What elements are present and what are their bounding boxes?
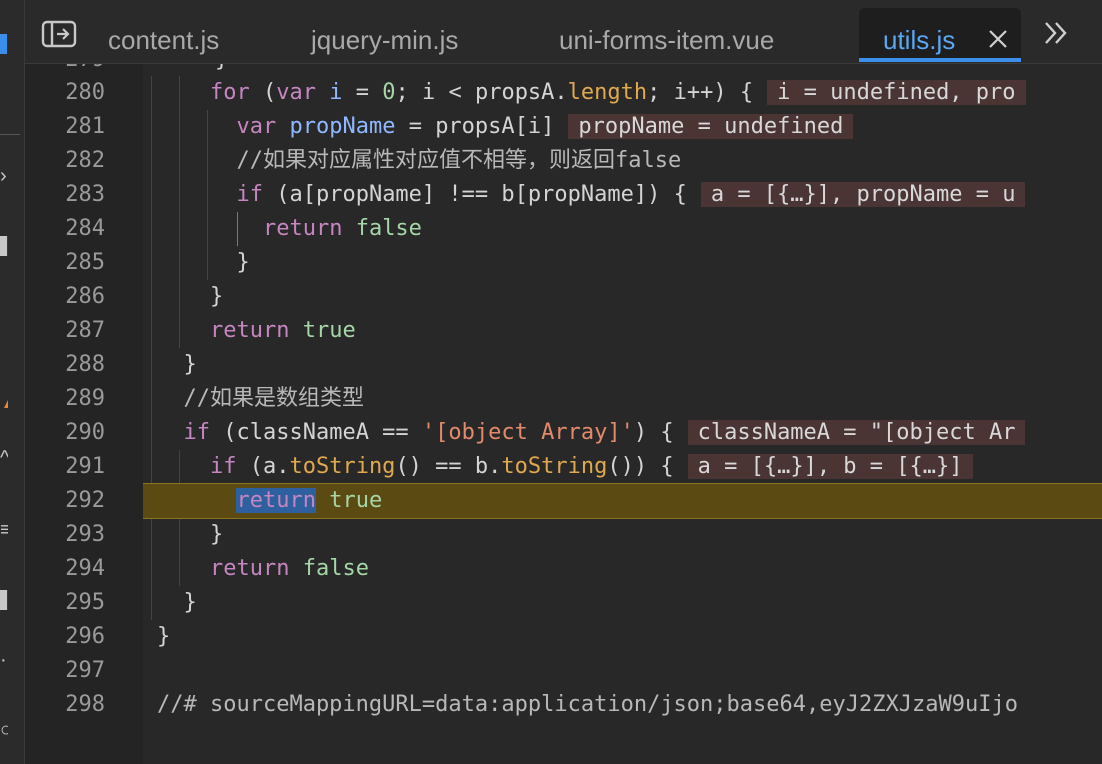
- code-text: }: [209, 284, 224, 309]
- inline-debug-value: a = [{…}], propName = u: [700, 182, 1026, 207]
- strip-dot-icon[interactable]: ·: [0, 650, 8, 670]
- inline-debug-value: i = undefined, pro: [767, 80, 1026, 105]
- code-text: if (classNameA == '[object Array]') {cla…: [157, 416, 1026, 450]
- inline-debug-value: propName = undefined: [568, 114, 854, 139]
- strip-warning-icon[interactable]: ▲: [0, 392, 8, 412]
- code-text: }: [209, 522, 224, 547]
- code-line[interactable]: 291 if (a.toString() == b.toString()) {a…: [25, 450, 1102, 484]
- tab-label: jquery-min.js: [311, 25, 459, 55]
- line-number: 289: [65, 386, 105, 411]
- line-number: 285: [65, 250, 105, 275]
- code-text: }: [157, 624, 171, 649]
- code-text: if (a[propName] !== b[propName]) {a = [{…: [157, 178, 1026, 212]
- code-line[interactable]: 290 if (classNameA == '[object Array]') …: [25, 416, 1102, 450]
- code-line[interactable]: 294 return false: [25, 552, 1102, 586]
- strip-panel2-icon[interactable]: ▌: [0, 590, 8, 610]
- selected-token: return: [236, 488, 316, 513]
- line-number: 293: [65, 522, 105, 547]
- line-number: 284: [65, 216, 105, 241]
- line-number: 283: [65, 182, 105, 207]
- code-text: //如果是数组类型: [157, 382, 365, 416]
- code-text: }: [236, 250, 250, 275]
- line-number: 282: [65, 148, 105, 173]
- line-number: 290: [65, 420, 105, 445]
- code-line-partial: 279 }: [25, 64, 1102, 71]
- code-line[interactable]: 292 return true: [25, 484, 1102, 518]
- strip-circle-icon[interactable]: ○: [0, 720, 8, 740]
- toggle-sidebar-icon[interactable]: [41, 20, 77, 48]
- strip-caret-icon[interactable]: ^: [0, 448, 8, 468]
- line-number: 298: [65, 692, 105, 717]
- line-number: 295: [65, 590, 105, 615]
- strip-divider: [0, 134, 20, 135]
- inline-debug-value: classNameA = "[object Ar: [687, 420, 1026, 445]
- code-text: return true: [236, 488, 383, 513]
- code-line[interactable]: 284 return false: [25, 212, 1102, 246]
- code-line[interactable]: 298 //# sourceMappingURL=data:applicatio…: [25, 688, 1102, 722]
- tab-label: utils.js: [883, 25, 956, 55]
- code-line[interactable]: 285 }: [25, 246, 1102, 280]
- line-number: 297: [65, 658, 105, 683]
- editor-tab-bar: content.js jquery-min.js uni-forms-item.…: [25, 0, 1102, 64]
- code-line[interactable]: 281 var propName = propsA[i] propName = u…: [25, 110, 1102, 144]
- tab-label: uni-forms-item.vue: [559, 25, 775, 55]
- code-text: //如果对应属性对应值不相等，则返回false: [157, 144, 681, 178]
- code-line[interactable]: 289 //如果是数组类型: [25, 382, 1102, 416]
- code-text: }: [215, 64, 228, 71]
- code-line[interactable]: 293 }: [25, 518, 1102, 552]
- code-text: }: [183, 590, 197, 615]
- code-comment: //如果是数组类型: [183, 386, 365, 411]
- code-text: //# sourceMappingURL=data:application/js…: [157, 688, 1018, 722]
- line-number: 279: [25, 64, 105, 71]
- code-text: for (var i = 0; i < propsA.length; i++) …: [157, 76, 1026, 110]
- strip-tool-icon[interactable]: ⋮: [0, 300, 8, 320]
- tab-uni-forms-item-vue[interactable]: uni-forms-item.vue: [543, 8, 839, 62]
- code-text: if (a.toString() == b.toString()) {a = […: [157, 450, 973, 484]
- code-line[interactable]: 287 return true: [25, 314, 1102, 348]
- code-comment: //如果对应属性对应值不相等，则返回false: [236, 148, 682, 173]
- line-number: 288: [65, 352, 105, 377]
- inline-debug-value: a = [{…}], b = [{…}]: [687, 454, 973, 479]
- tab-label: content.js: [108, 25, 220, 55]
- code-line[interactable]: 297: [25, 654, 1102, 688]
- line-number: 287: [65, 318, 105, 343]
- tab-content-js[interactable]: content.js: [95, 8, 278, 62]
- code-text: var propName = propsA[i] propName = undef…: [157, 110, 854, 144]
- code-text: return true: [209, 318, 356, 343]
- code-line[interactable]: 283 if (a[propName] !== b[propName]) {a …: [25, 178, 1102, 212]
- strip-list-icon[interactable]: ≡: [0, 520, 8, 540]
- line-number: 281: [65, 114, 105, 139]
- line-number: 296: [65, 624, 105, 649]
- code-text: return false: [209, 556, 369, 581]
- strip-chevron-icon[interactable]: ›: [0, 166, 8, 186]
- line-number: 292: [65, 488, 105, 513]
- code-line[interactable]: 286 }: [25, 280, 1102, 314]
- code-text: return false: [262, 216, 422, 241]
- code-line[interactable]: 296 }: [25, 620, 1102, 654]
- chevron-double-right-icon[interactable]: [1041, 18, 1071, 48]
- code-comment: //# sourceMappingURL=data:application/js…: [157, 692, 1018, 717]
- code-line[interactable]: 295 }: [25, 586, 1102, 620]
- activity-strip: ▌ › ▌ ⋮ ▲ ^ ≡ ▌ · ○: [0, 0, 25, 764]
- line-number: 286: [65, 284, 105, 309]
- code-line[interactable]: 288 }: [25, 348, 1102, 382]
- strip-marker-icon: ▌: [0, 34, 8, 54]
- code-line[interactable]: 280 for (var i = 0; i < propsA.length; i…: [25, 76, 1102, 110]
- tab-jquery-min-js[interactable]: jquery-min.js: [295, 8, 511, 62]
- line-number: 294: [65, 556, 105, 581]
- strip-panel-icon[interactable]: ▌: [0, 236, 8, 256]
- code-editor[interactable]: 279 } 280 for (var i = 0; i < propsA.len…: [25, 64, 1102, 764]
- tab-utils-js[interactable]: utils.js: [859, 8, 1021, 62]
- code-text: }: [183, 352, 197, 377]
- line-number: 280: [65, 80, 105, 105]
- close-icon[interactable]: [987, 28, 1009, 50]
- code-line[interactable]: 282 //如果对应属性对应值不相等，则返回false: [25, 144, 1102, 178]
- line-number: 291: [65, 454, 105, 479]
